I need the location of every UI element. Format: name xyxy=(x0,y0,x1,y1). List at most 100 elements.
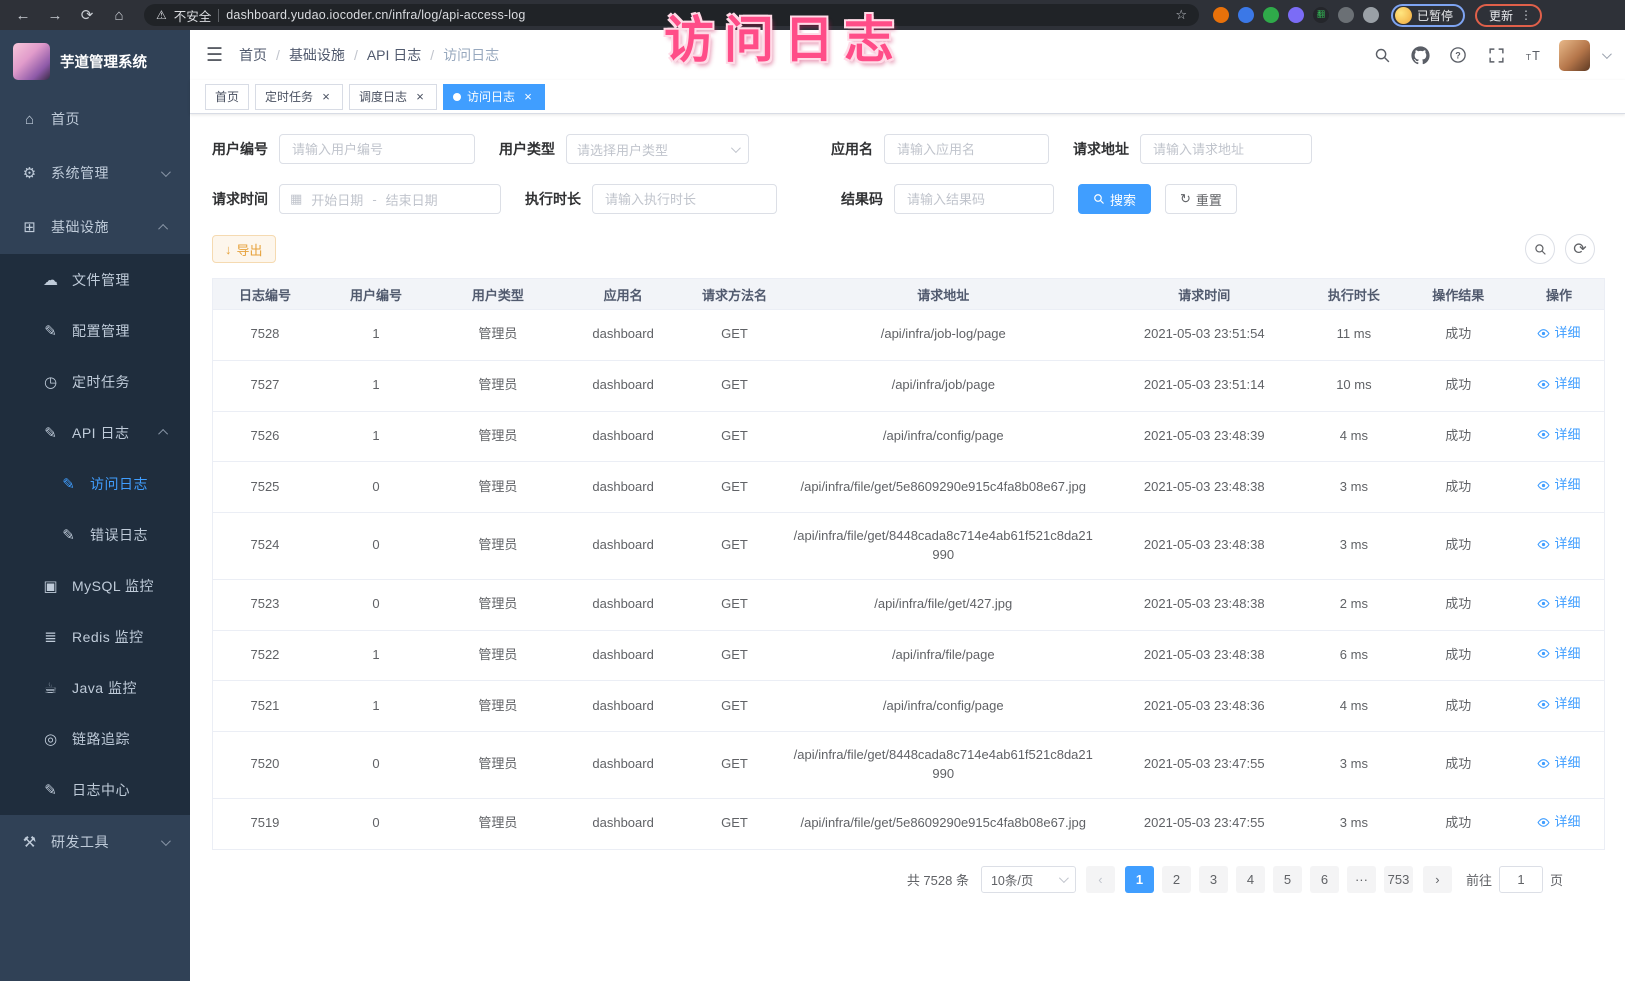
page-size-select[interactable]: 10条/页 xyxy=(981,866,1076,893)
sidebar-item-job[interactable]: ◷定时任务 xyxy=(0,356,190,407)
close-icon[interactable]: × xyxy=(521,90,535,104)
detail-link[interactable]: 详细 xyxy=(1537,375,1580,394)
hamburger-icon[interactable]: ☰ xyxy=(206,44,223,67)
font-size-icon[interactable]: TT xyxy=(1523,44,1545,66)
sidebar-item-java[interactable]: ☕Java 监控 xyxy=(0,662,190,713)
sidebar-item-label: 错误日志 xyxy=(90,525,148,545)
forward-arrow-icon[interactable]: → xyxy=(42,4,68,26)
caret-down-icon[interactable] xyxy=(1602,49,1612,59)
extension-gray-icon[interactable] xyxy=(1338,7,1354,23)
bookmark-star-icon[interactable]: ☆ xyxy=(1175,7,1187,23)
extension-green-icon[interactable] xyxy=(1263,7,1279,23)
github-icon[interactable] xyxy=(1409,44,1431,66)
reload-icon[interactable]: ⟳ xyxy=(74,4,100,26)
tab-job-log[interactable]: 调度日志× xyxy=(349,84,437,110)
column-header: 请求地址 xyxy=(783,279,1103,310)
sidebar-item-config[interactable]: ✎配置管理 xyxy=(0,305,190,356)
page-buttons: 123456 ··· 753 xyxy=(1125,866,1413,893)
sidebar-item-log-center[interactable]: ✎日志中心 xyxy=(0,764,190,815)
sidebar-item-access-log[interactable]: ✎访问日志 xyxy=(0,458,190,509)
table-row: 75190管理员dashboardGET/api/infra/file/get/… xyxy=(213,798,1605,849)
back-arrow-icon[interactable]: ← xyxy=(10,4,36,26)
search-button[interactable]: 搜索 xyxy=(1078,184,1151,214)
app-logo[interactable]: 芋道管理系统 xyxy=(0,30,190,92)
page-button-4[interactable]: 4 xyxy=(1236,866,1265,893)
request-url-input[interactable] xyxy=(1140,134,1312,164)
cell-method: GET xyxy=(686,310,783,361)
cell-user_type: 管理员 xyxy=(435,513,560,580)
extension-puzzle-icon[interactable] xyxy=(1363,7,1379,23)
sidebar-item-error-log[interactable]: ✎错误日志 xyxy=(0,509,190,560)
cell-action: 详细 xyxy=(1514,360,1605,411)
sidebar-item-mysql[interactable]: ▣MySQL 监控 xyxy=(0,560,190,611)
sidebar-item-api-log[interactable]: ✎API 日志 xyxy=(0,407,190,458)
sidebar-item-system[interactable]: ⚙系统管理 xyxy=(0,146,190,200)
detail-link[interactable]: 详细 xyxy=(1537,754,1580,773)
divider xyxy=(218,9,219,22)
sidebar-item-dev-tools[interactable]: ⚒研发工具 xyxy=(0,815,190,869)
fullscreen-icon[interactable] xyxy=(1485,44,1507,66)
detail-link[interactable]: 详细 xyxy=(1537,594,1580,613)
toolbar-right: ⟳ xyxy=(1525,234,1595,264)
detail-link[interactable]: 详细 xyxy=(1537,645,1580,664)
user-id-input[interactable] xyxy=(279,134,475,164)
prev-page-button[interactable]: ‹ xyxy=(1086,866,1115,893)
detail-link[interactable]: 详细 xyxy=(1537,813,1580,832)
page-button-3[interactable]: 3 xyxy=(1199,866,1228,893)
refresh-table-button[interactable]: ⟳ xyxy=(1565,234,1595,264)
next-page-button[interactable]: › xyxy=(1423,866,1452,893)
user-avatar[interactable] xyxy=(1559,40,1590,71)
profile-paused-badge[interactable]: 已暂停 xyxy=(1391,4,1465,27)
detail-link[interactable]: 详细 xyxy=(1537,476,1580,495)
pagination-total: 共 7528 条 xyxy=(907,870,969,889)
detail-link[interactable]: 详细 xyxy=(1537,324,1580,343)
breadcrumb-item[interactable]: 首页 xyxy=(239,45,267,65)
extension-orange-icon[interactable] xyxy=(1213,7,1229,23)
user-type-placeholder: 请选择用户类型 xyxy=(577,140,731,159)
search-icon[interactable] xyxy=(1371,44,1393,66)
app-name-input[interactable] xyxy=(884,134,1049,164)
page-button-753[interactable]: 753 xyxy=(1384,866,1413,893)
page-ellipsis[interactable]: ··· xyxy=(1347,866,1376,893)
page-button-1[interactable]: 1 xyxy=(1125,866,1154,893)
browser-address-bar[interactable]: ⚠ 不安全 dashboard.yudao.iocoder.cn/infra/l… xyxy=(144,4,1199,26)
goto-page-input[interactable] xyxy=(1499,866,1543,893)
detail-link[interactable]: 详细 xyxy=(1537,535,1580,554)
detail-link[interactable]: 详细 xyxy=(1537,695,1580,714)
extension-translate-icon[interactable]: 翻 xyxy=(1313,7,1329,23)
tab-job[interactable]: 定时任务× xyxy=(255,84,343,110)
question-help-icon[interactable]: ? xyxy=(1447,44,1469,66)
page-button-2[interactable]: 2 xyxy=(1162,866,1191,893)
sidebar-item-file[interactable]: ☁文件管理 xyxy=(0,254,190,305)
user-type-select[interactable]: 请选择用户类型 xyxy=(566,134,749,164)
tab-home[interactable]: 首页 xyxy=(205,84,249,110)
extension-colorful-icon[interactable] xyxy=(1288,7,1304,23)
cell-duration: 11 ms xyxy=(1305,310,1402,361)
browser-update-button[interactable]: 更新 ⋮ xyxy=(1475,4,1542,27)
cell-result: 成功 xyxy=(1403,360,1514,411)
detail-link[interactable]: 详细 xyxy=(1537,426,1580,445)
extension-shield-icon[interactable] xyxy=(1238,7,1254,23)
sidebar-item-infra[interactable]: ⊞基础设施 xyxy=(0,200,190,254)
sidebar-item-redis[interactable]: ≣Redis 监控 xyxy=(0,611,190,662)
close-icon[interactable]: × xyxy=(413,90,427,104)
breadcrumb-item[interactable]: API 日志 xyxy=(367,45,421,65)
sidebar-item-home[interactable]: ⌂首页 xyxy=(0,92,190,146)
export-button[interactable]: ↓ 导出 xyxy=(212,235,276,263)
result-code-input[interactable] xyxy=(894,184,1054,214)
duration-input[interactable] xyxy=(592,184,777,214)
reset-button[interactable]: ↻ 重置 xyxy=(1165,184,1237,214)
date-range-picker[interactable]: ▦ 开始日期 - 结束日期 xyxy=(279,184,501,214)
close-icon[interactable]: × xyxy=(319,90,333,104)
browser-home-icon[interactable]: ⌂ xyxy=(106,4,132,26)
browser-menu-icon[interactable]: ⋮ xyxy=(1520,8,1532,22)
sidebar-item-trace[interactable]: ◎链路追踪 xyxy=(0,713,190,764)
toggle-search-button[interactable] xyxy=(1525,234,1555,264)
page-button-5[interactable]: 5 xyxy=(1273,866,1302,893)
sidebar-item-label: 访问日志 xyxy=(90,474,148,494)
browser-nav-icons: ← → ⟳ ⌂ xyxy=(10,4,132,26)
page-button-6[interactable]: 6 xyxy=(1310,866,1339,893)
tab-access-log[interactable]: 访问日志× xyxy=(443,84,545,110)
breadcrumb-item[interactable]: 基础设施 xyxy=(289,45,345,65)
breadcrumb-item[interactable]: 访问日志 xyxy=(443,45,499,65)
